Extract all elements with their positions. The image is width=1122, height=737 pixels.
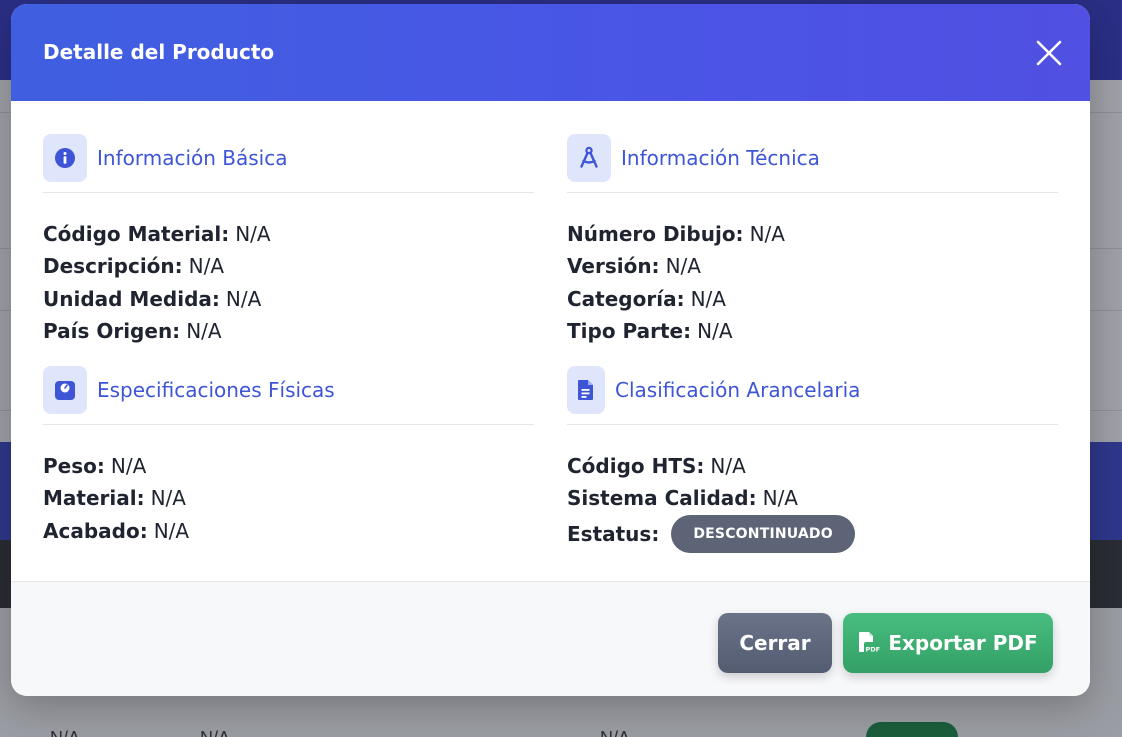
field-value: N/A bbox=[225, 286, 262, 311]
field-country: País Origen: N/A bbox=[43, 315, 534, 347]
section-header: Clasificación Arancelaria bbox=[567, 365, 1058, 425]
field-label: Código HTS: bbox=[567, 454, 705, 478]
document-icon bbox=[567, 365, 605, 414]
field-label: Sistema Calidad: bbox=[567, 486, 757, 511]
field-label: Descripción: bbox=[43, 254, 183, 279]
section-tariff-classification: Clasificación Arancelaria Código HTS: N/A… bbox=[567, 365, 1058, 553]
field-label: País Origen: bbox=[43, 319, 181, 344]
modal-title: Detalle del Producto bbox=[43, 40, 275, 64]
field-value: N/A bbox=[762, 486, 798, 511]
section-title: Clasificación Arancelaria bbox=[615, 377, 861, 402]
product-detail-modal: Detalle del Producto Información Básica … bbox=[11, 4, 1090, 696]
file-pdf-icon: PDF bbox=[858, 631, 880, 655]
field-hts-code: Código HTS: N/A bbox=[567, 450, 1058, 482]
close-button-label: Cerrar bbox=[739, 631, 811, 655]
field-label: Peso: bbox=[43, 454, 105, 478]
field-status: Estatus: DESCONTINUADO bbox=[567, 514, 1058, 553]
field-value: N/A bbox=[110, 454, 147, 478]
field-label: Estatus: bbox=[567, 521, 660, 546]
field-value: N/A bbox=[710, 454, 746, 478]
section-header: Información Básica bbox=[43, 133, 534, 193]
field-value: N/A bbox=[690, 286, 726, 311]
field-description: Descripción: N/A bbox=[43, 250, 534, 282]
field-label: Número Dibujo: bbox=[567, 222, 744, 246]
info-icon bbox=[43, 133, 87, 182]
section-header: Información Técnica bbox=[567, 133, 1058, 193]
field-part-type: Tipo Parte: N/A bbox=[567, 315, 1058, 347]
background-cell: N/A bbox=[200, 728, 230, 737]
background-cell: N/A bbox=[600, 728, 630, 737]
section-technical-info: Información Técnica Número Dibujo: N/A Ve… bbox=[567, 133, 1058, 348]
field-drawing-number: Número Dibujo: N/A bbox=[567, 218, 1058, 250]
svg-text:PDF: PDF bbox=[866, 646, 881, 654]
field-value: N/A bbox=[665, 254, 701, 279]
close-button[interactable]: Cerrar bbox=[718, 613, 832, 673]
field-value: N/A bbox=[697, 319, 733, 344]
field-value: N/A bbox=[186, 319, 222, 344]
field-label: Material: bbox=[43, 486, 145, 511]
field-category: Categoría: N/A bbox=[567, 283, 1058, 315]
close-icon[interactable] bbox=[1036, 40, 1062, 66]
compass-drafting-icon bbox=[567, 133, 611, 182]
section-title: Información Técnica bbox=[621, 145, 820, 170]
field-list: Peso: N/A Material: N/A Acabado: N/A bbox=[43, 450, 534, 547]
field-label: Código Material: bbox=[43, 222, 230, 246]
field-value: N/A bbox=[235, 222, 271, 246]
export-pdf-button[interactable]: PDF Exportar PDF bbox=[843, 613, 1053, 673]
section-title: Información Básica bbox=[97, 145, 288, 170]
field-value: N/A bbox=[749, 222, 785, 246]
field-label: Versión: bbox=[567, 254, 660, 279]
modal-footer: Cerrar PDF Exportar PDF bbox=[11, 581, 1090, 696]
field-list: Número Dibujo: N/A Versión: N/A Categoría:… bbox=[567, 218, 1058, 348]
field-version: Versión: N/A bbox=[567, 250, 1058, 282]
field-list: Código Material: N/A Descripción: N/A Unid… bbox=[43, 218, 534, 348]
background-status-pill bbox=[866, 722, 958, 737]
background-cell: N/A bbox=[50, 728, 80, 737]
field-label: Acabado: bbox=[43, 518, 148, 543]
field-list: Código HTS: N/A Sistema Calidad: N/A Estat… bbox=[567, 450, 1058, 553]
section-title: Especificaciones Físicas bbox=[97, 377, 335, 402]
section-header: Especificaciones Físicas bbox=[43, 365, 534, 425]
field-value: N/A bbox=[188, 254, 225, 279]
export-pdf-label: Exportar PDF bbox=[888, 631, 1038, 655]
weight-scale-icon bbox=[43, 365, 87, 414]
field-value: N/A bbox=[153, 518, 190, 543]
status-badge: DESCONTINUADO bbox=[671, 514, 855, 553]
field-weight: Peso: N/A bbox=[43, 450, 534, 482]
field-label: Tipo Parte: bbox=[567, 319, 692, 344]
field-value: N/A bbox=[150, 486, 186, 511]
section-physical-specs: Especificaciones Físicas Peso: N/A Materi… bbox=[43, 365, 534, 547]
modal-header: Detalle del Producto bbox=[11, 4, 1090, 101]
field-label: Categoría: bbox=[567, 286, 685, 311]
field-material-code: Código Material: N/A bbox=[43, 218, 534, 250]
field-finish: Acabado: N/A bbox=[43, 515, 534, 547]
field-material: Material: N/A bbox=[43, 482, 534, 514]
field-label: Unidad Medida: bbox=[43, 286, 220, 311]
field-quality-system: Sistema Calidad: N/A bbox=[567, 482, 1058, 514]
section-basic-info: Información Básica Código Material: N/A D… bbox=[43, 133, 534, 348]
field-unit: Unidad Medida: N/A bbox=[43, 283, 534, 315]
